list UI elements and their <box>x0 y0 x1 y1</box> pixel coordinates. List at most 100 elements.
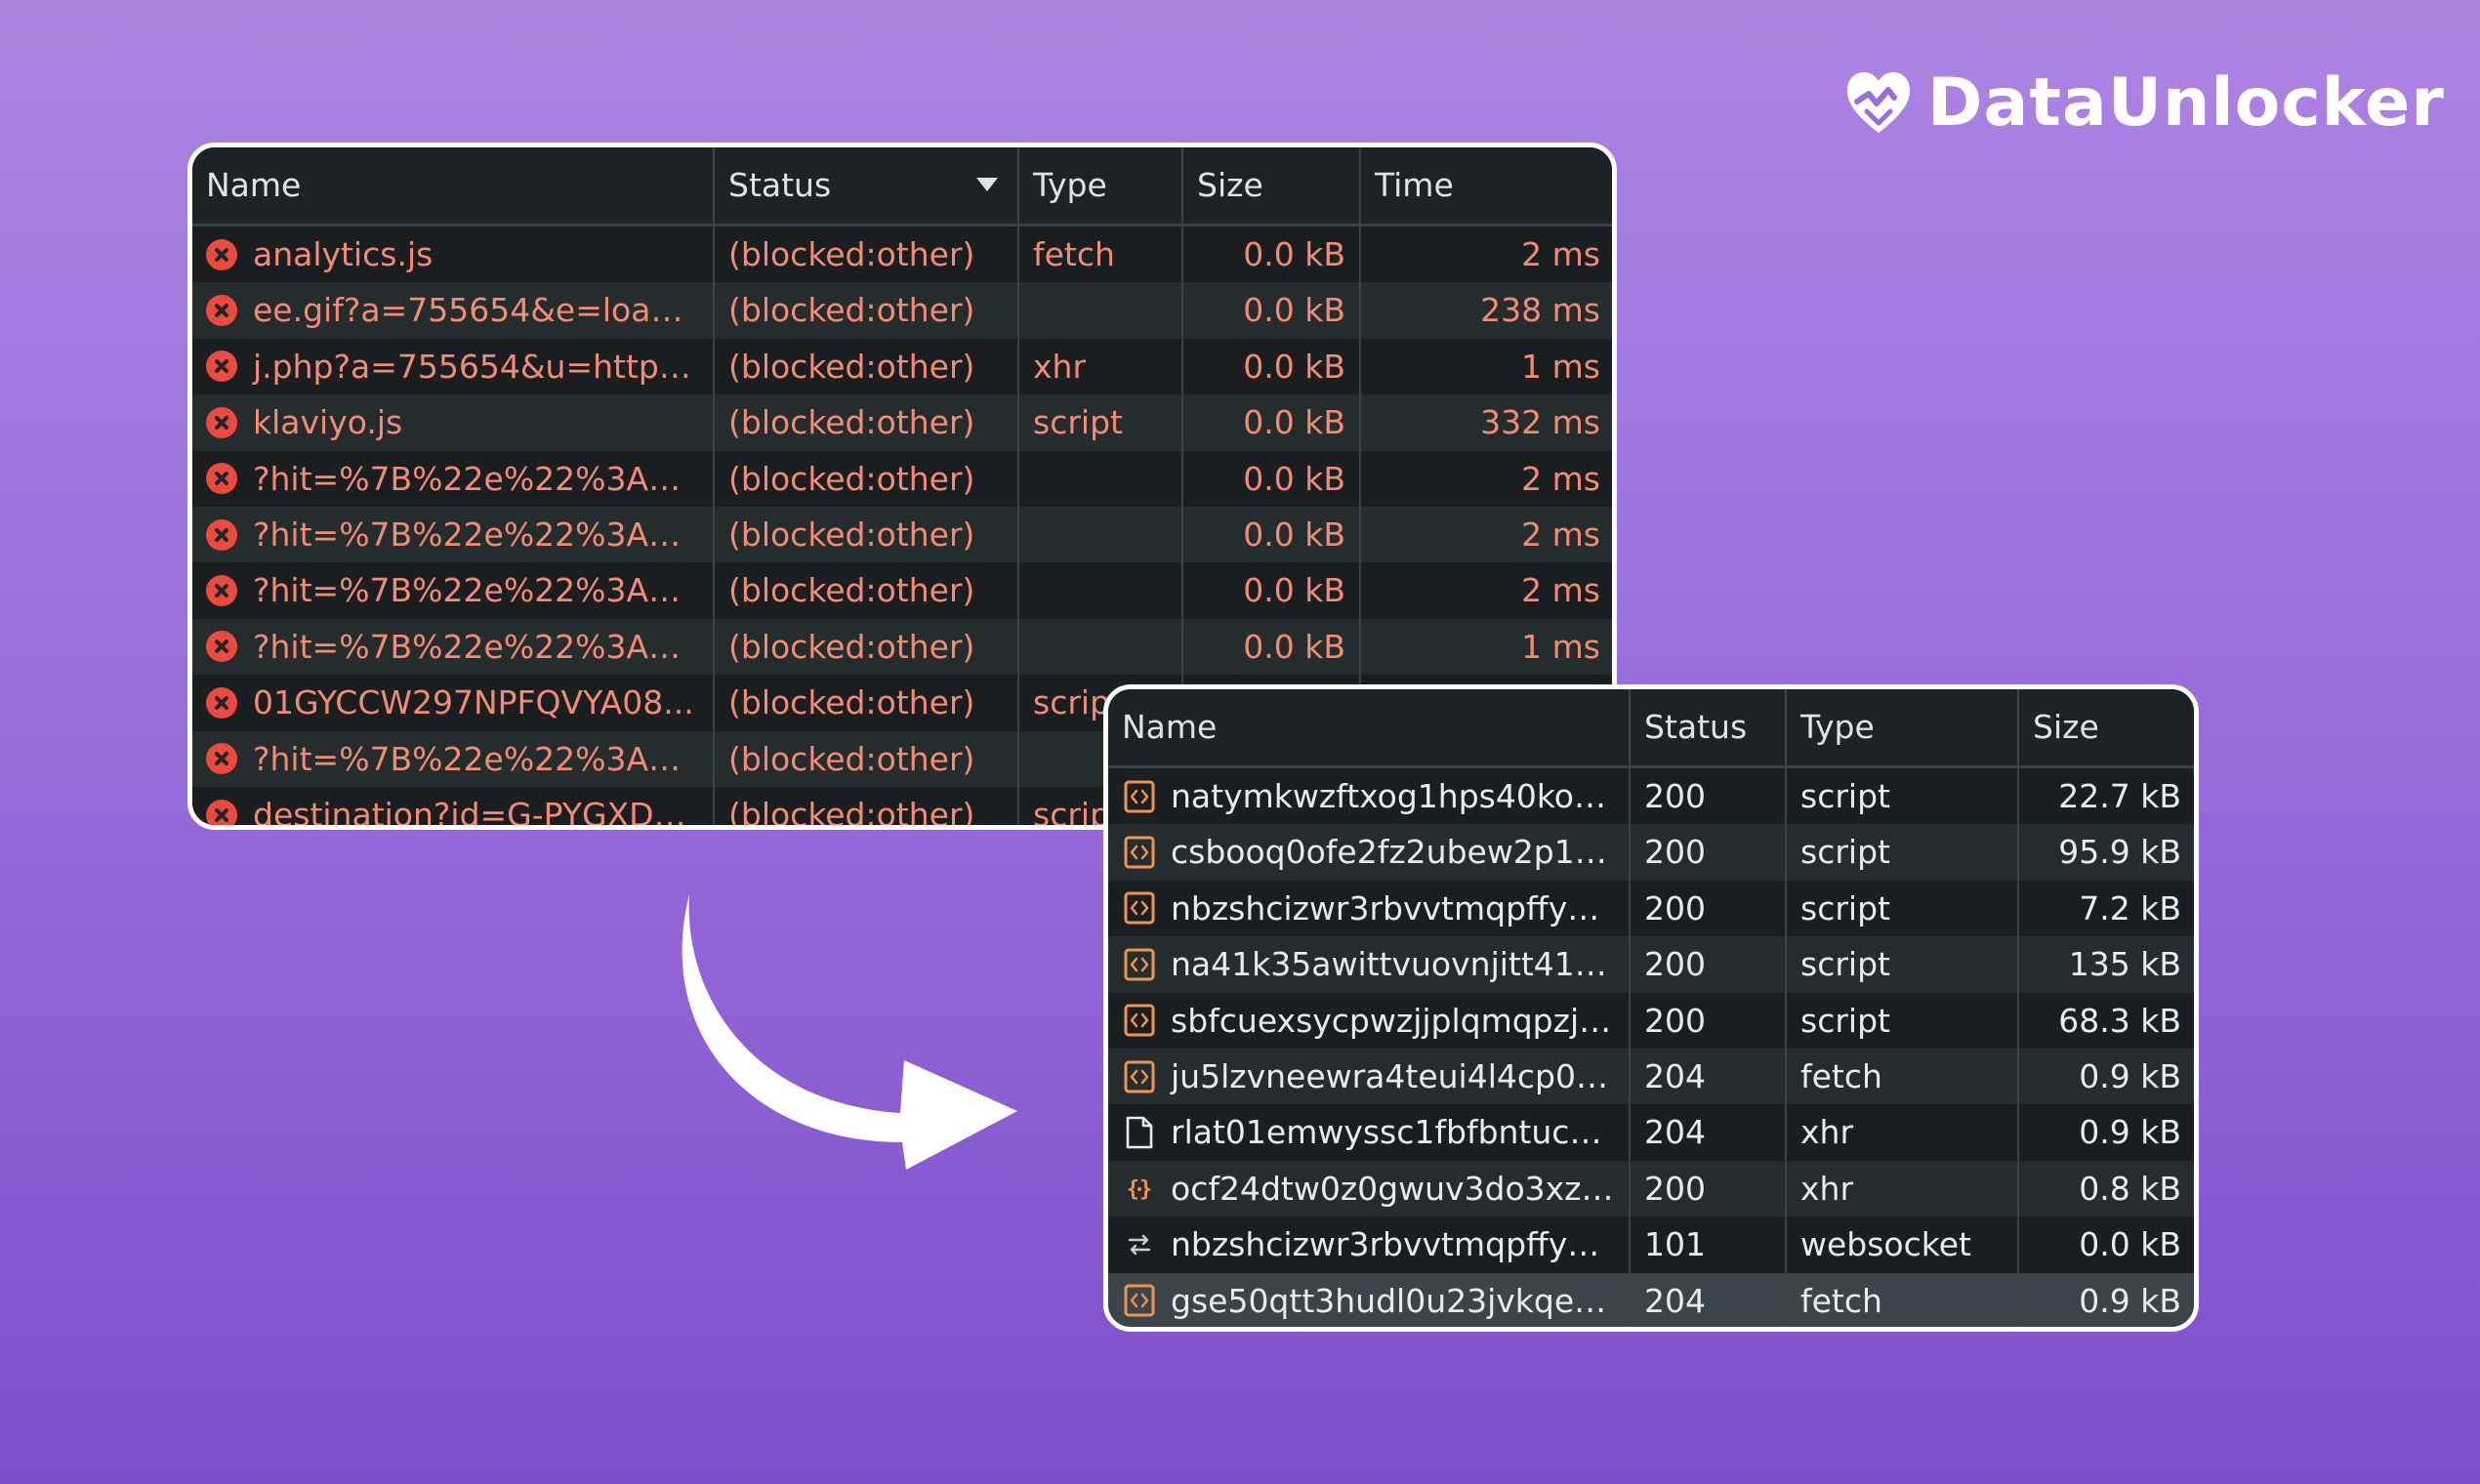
request-status: (blocked:other) <box>728 683 975 722</box>
table-row[interactable]: ?hit=%7B%22e%22%3A%... (blocked:other) 0.0… <box>192 618 1612 676</box>
request-size: 0.0 kB <box>1243 291 1345 330</box>
request-type: script <box>1800 888 1890 928</box>
request-status: 200 <box>1644 1169 1706 1208</box>
error-icon <box>206 686 237 719</box>
request-type <box>1019 282 1181 338</box>
request-name: ee.gif?a=755654&e=loadin... <box>253 291 714 330</box>
request-type <box>1019 562 1181 618</box>
table-row[interactable]: ?hit=%7B%22e%22%3A%... (blocked:other) 0.0… <box>192 562 1612 619</box>
request-name: 01GYCCW297NPFQVYA08... <box>253 683 694 722</box>
curved-arrow-icon <box>682 894 1017 1170</box>
request-name: natymkwzftxog1hps40kohg... <box>1171 777 1630 815</box>
websocket-icon <box>1128 1234 1151 1256</box>
table-row[interactable]: klaviyo.js (blocked:other) script 0.0 kB 332… <box>192 394 1612 451</box>
error-icon <box>206 463 237 495</box>
request-status: (blocked:other) <box>728 571 975 610</box>
table-row[interactable]: natymkwzftxog1hps40kohg... 200 script 22.7 … <box>1108 768 2194 825</box>
column-header-size[interactable]: Size <box>2019 689 2194 765</box>
column-header-size[interactable]: Size <box>1183 147 1361 224</box>
table-row[interactable]: rlat01emwyssc1fbfbntuce0... 204 xhr 0.9 kB <box>1108 1104 2194 1161</box>
column-divider <box>713 147 715 825</box>
request-type: script <box>1800 833 1890 872</box>
request-time: 238 ms <box>1480 291 1600 330</box>
request-name: destination?id=G-PYGXD6... <box>253 796 706 830</box>
request-name: csbooq0ofe2fz2ubew2p1o2... <box>1171 833 1630 872</box>
request-type <box>1019 619 1181 675</box>
request-size: 0.0 kB <box>1243 515 1345 554</box>
document-icon <box>1126 1116 1153 1149</box>
request-type <box>1019 507 1181 562</box>
request-name: ?hit=%7B%22e%22%3A%... <box>253 571 710 610</box>
request-type: fetch <box>1033 235 1115 273</box>
brand-logo: DataUnlocker <box>1843 59 2445 146</box>
column-header-name[interactable]: Name <box>1108 689 1631 765</box>
request-type: websocket <box>1800 1225 1971 1264</box>
request-type: xhr <box>1800 1169 1854 1208</box>
column-divider <box>1017 147 1019 825</box>
column-header-name[interactable]: Name <box>192 147 715 224</box>
request-type: script <box>1800 777 1890 815</box>
request-name: ocf24dtw0z0gwuv3do3xzr... <box>1171 1169 1623 1208</box>
table-row[interactable]: gse50qtt3hudl0u23jvkqe0z... 204 fetch 0.9 k… <box>1108 1272 2194 1327</box>
request-time: 1 ms <box>1521 347 1600 386</box>
column-divider <box>2017 689 2019 1327</box>
request-status: (blocked:other) <box>728 459 975 498</box>
table-row[interactable]: ju5lzvneewra4teui4l4cp0hs... 204 fetch 0.9 … <box>1108 1049 2194 1105</box>
request-time: 1 ms <box>1521 627 1600 666</box>
table-row[interactable]: j.php?a=755654&u=https%... (blocked:other… <box>192 338 1612 395</box>
request-size: 0.0 kB <box>1243 347 1345 386</box>
request-size: 0.0 kB <box>1243 627 1345 666</box>
table-row[interactable]: nbzshcizwr3rbvvtmqpffygjz... 200 script 7.2… <box>1108 880 2194 937</box>
request-name: klaviyo.js <box>253 403 403 442</box>
request-status: 204 <box>1644 1057 1706 1095</box>
error-icon <box>206 631 237 663</box>
column-divider <box>1785 689 1787 1327</box>
error-icon <box>206 238 237 270</box>
unlocked-requests-panel: Name Status Type Size natymkwzftxog1hps4… <box>1103 684 2199 1332</box>
request-type: script <box>1033 403 1123 442</box>
request-status: (blocked:other) <box>728 627 975 666</box>
request-list: natymkwzftxog1hps40kohg... 200 script 22.7 … <box>1108 768 2194 1327</box>
request-name: j.php?a=755654&u=https%... <box>253 347 714 386</box>
table-row[interactable]: analytics.js (blocked:other) fetch 0.0 kB 2 … <box>192 227 1612 283</box>
request-time: 2 ms <box>1521 459 1600 498</box>
request-size: 0.8 kB <box>2079 1169 2181 1208</box>
request-size: 0.0 kB <box>1243 403 1345 442</box>
error-icon <box>206 743 237 775</box>
request-status: (blocked:other) <box>728 291 975 330</box>
column-header-time[interactable]: Time <box>1361 147 1612 224</box>
request-type: xhr <box>1800 1113 1854 1152</box>
request-name: ju5lzvneewra4teui4l4cp0hs... <box>1171 1057 1630 1095</box>
script-icon <box>1124 1284 1155 1317</box>
table-row[interactable]: ?hit=%7B%22e%22%3A%... (blocked:other) 0.0… <box>192 507 1612 563</box>
request-type <box>1019 451 1181 507</box>
column-header-status[interactable]: Status <box>715 147 1019 224</box>
table-row[interactable]: nbzshcizwr3rbvvtmqpffygjz... 101 websocket… <box>1108 1216 2194 1273</box>
request-status: 200 <box>1644 1001 1706 1040</box>
script-icon <box>1124 948 1155 981</box>
column-header-type[interactable]: Type <box>1019 147 1183 224</box>
request-name: analytics.js <box>253 235 434 273</box>
table-row[interactable]: ?hit=%7B%22e%22%3A%... (blocked:other) 0.0… <box>192 450 1612 507</box>
table-row[interactable]: csbooq0ofe2fz2ubew2p1o2... 200 script 95.9 … <box>1108 824 2194 881</box>
json-icon: {} <box>1127 1177 1153 1202</box>
error-icon <box>206 350 237 383</box>
script-icon <box>1124 1004 1155 1037</box>
heart-unlock-icon <box>1847 72 1910 133</box>
column-divider <box>1629 689 1631 1327</box>
request-status: (blocked:other) <box>728 235 975 273</box>
script-icon <box>1124 1060 1155 1093</box>
request-status: (blocked:other) <box>728 347 975 386</box>
table-row[interactable]: ee.gif?a=755654&e=loadin... (blocked:othe… <box>192 282 1612 339</box>
request-name: rlat01emwyssc1fbfbntuce0... <box>1171 1113 1630 1152</box>
column-header-type[interactable]: Type <box>1787 689 2019 765</box>
table-row[interactable]: sbfcuexsycpwzjjplqmqpzju... 200 script 68.3… <box>1108 992 2194 1049</box>
column-header-status[interactable]: Status <box>1631 689 1787 765</box>
request-time: 2 ms <box>1521 571 1600 610</box>
script-icon <box>1124 780 1155 813</box>
table-row[interactable]: {} ocf24dtw0z0gwuv3do3xzr... 200 xhr 0.8 kB <box>1108 1160 2194 1217</box>
error-icon <box>206 295 237 327</box>
table-row[interactable]: na41k35awittvuovnjitt41z2z... 200 script 13… <box>1108 936 2194 993</box>
request-time: 332 ms <box>1480 403 1600 442</box>
request-size: 0.0 kB <box>1243 571 1345 610</box>
